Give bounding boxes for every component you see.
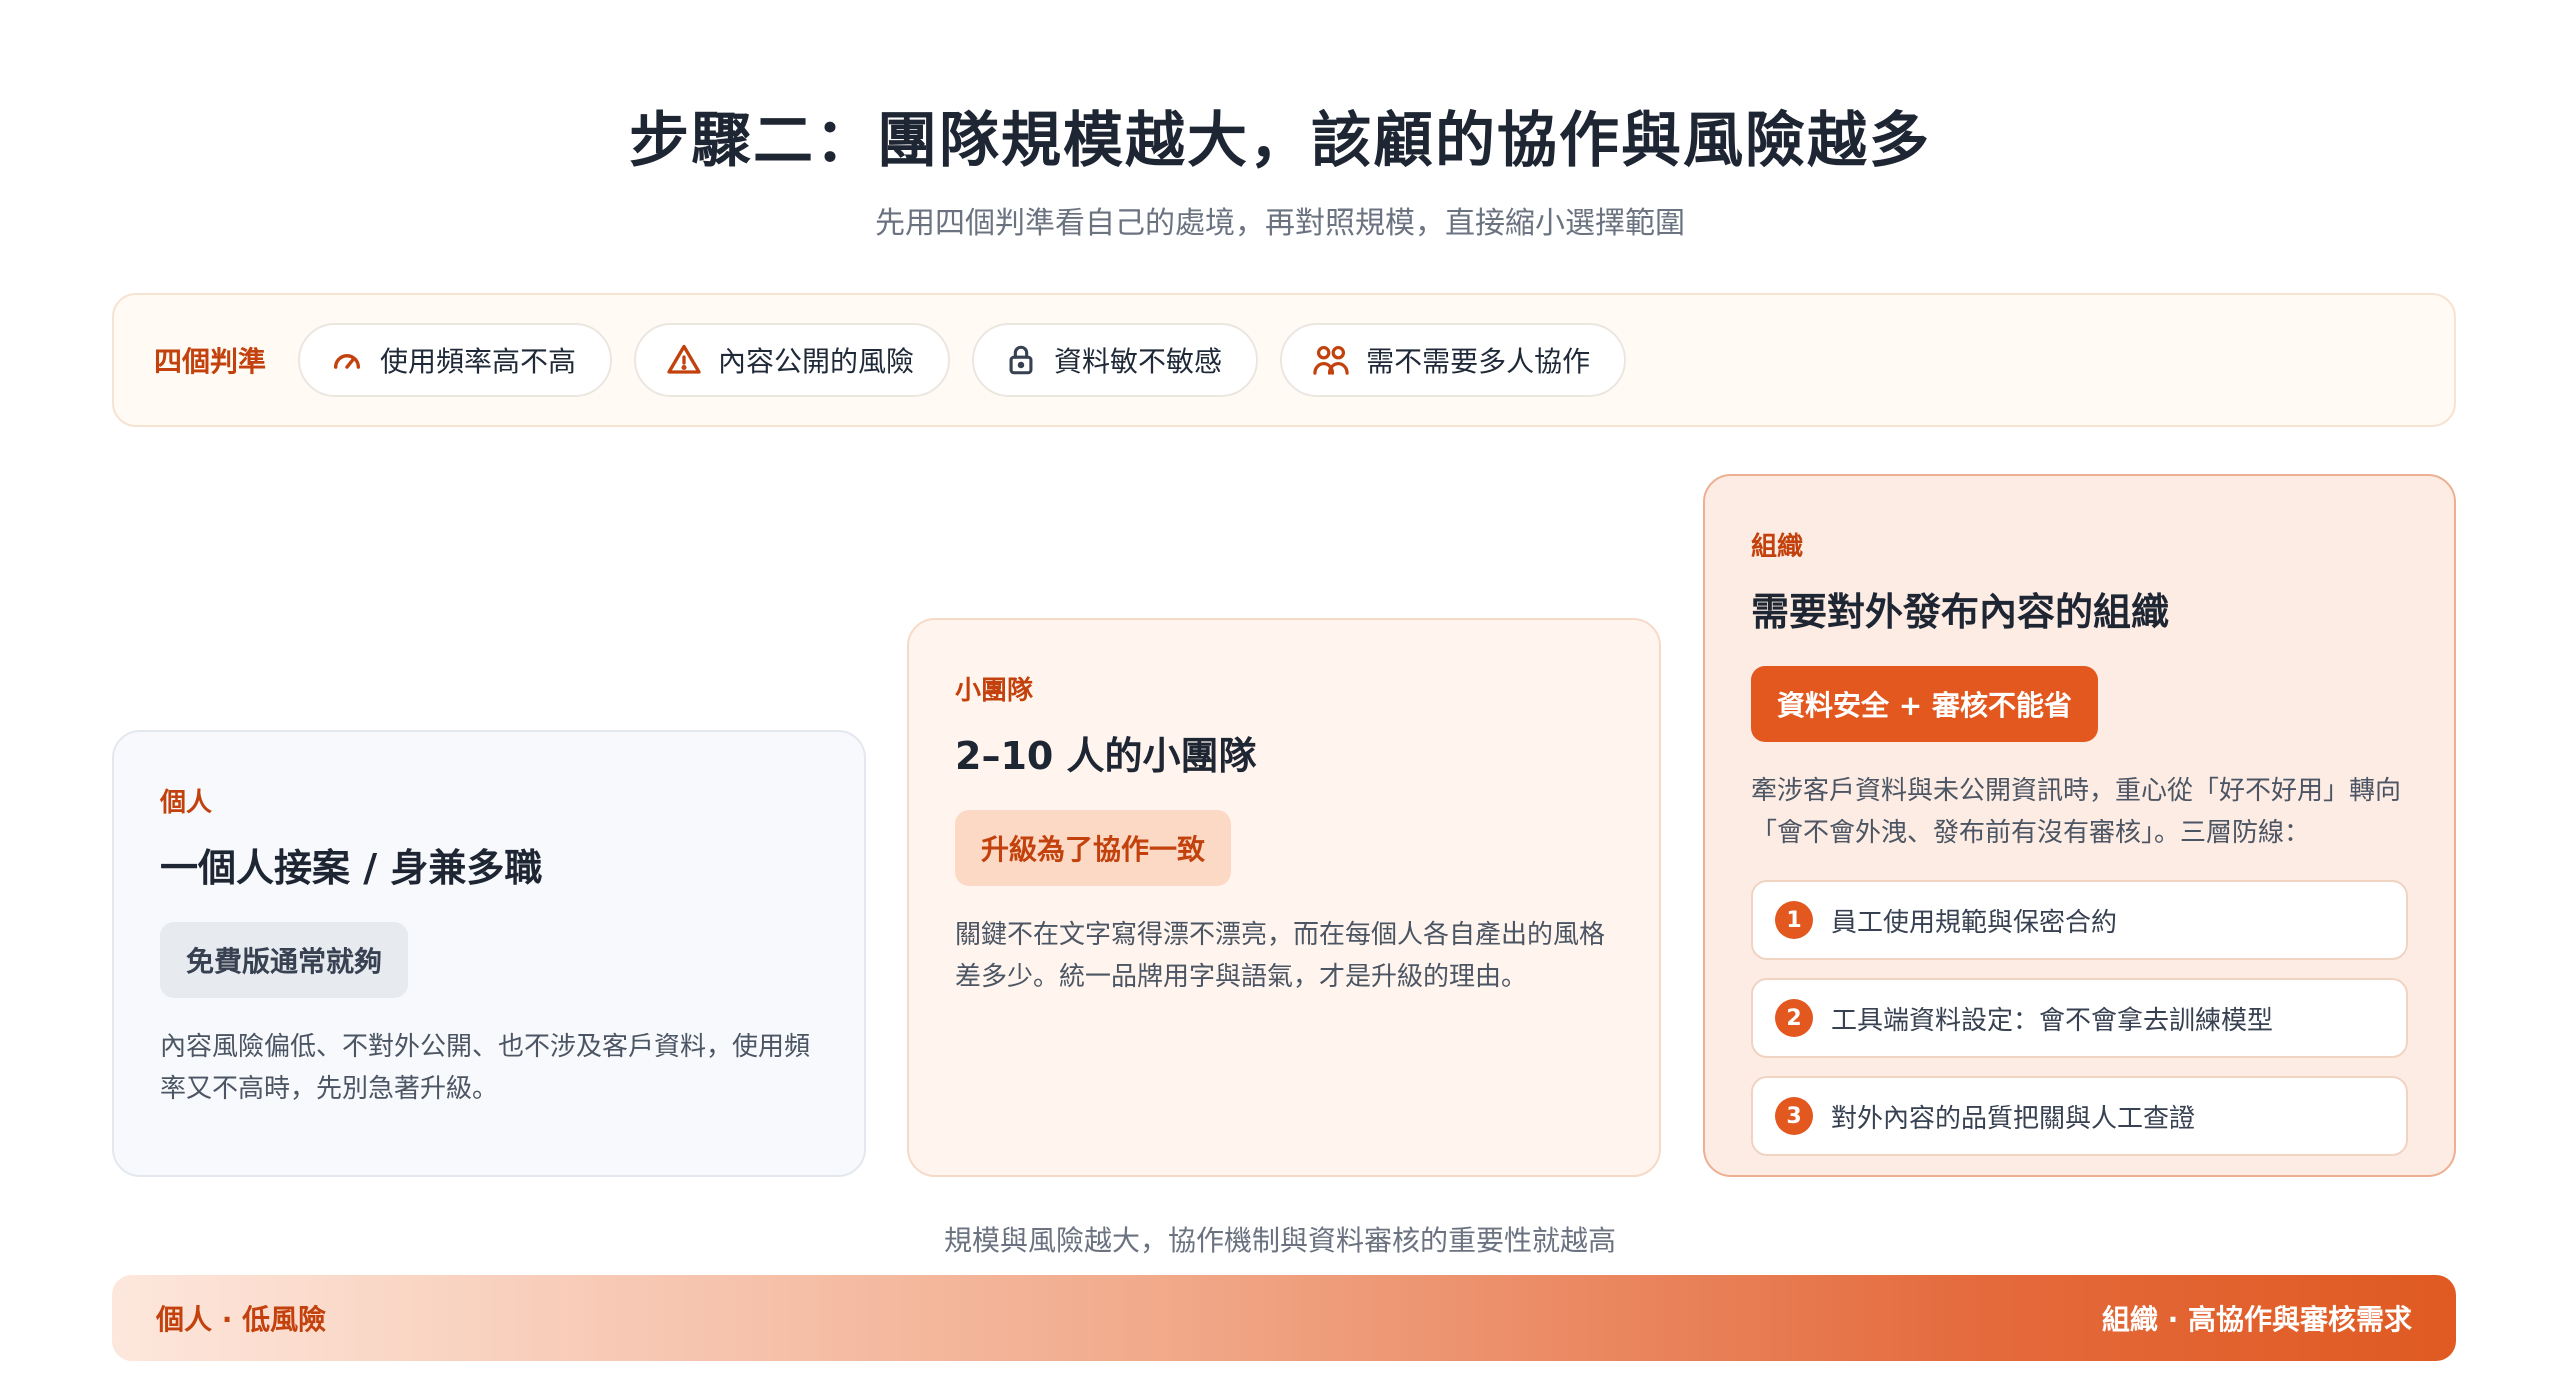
- card-tag: 小團隊: [955, 676, 1034, 706]
- card-description: 關鍵不在文字寫得漂不漂亮，而在每個人各自產出的風格差多少。統一品牌用字與語氣，才…: [955, 920, 1606, 992]
- card-title: 一個人接案 / 身兼多職: [160, 846, 543, 890]
- page-subtitle: 先用四個判準看自己的處境，再對照規模，直接縮小選擇範圍: [875, 206, 1685, 241]
- layer-number: 3: [1775, 1097, 1813, 1135]
- card-description: 牽涉客戶資料與未公開資訊時，重心從「好不好用」轉向「會不會外洩、發布前有沒有審核…: [1751, 776, 2402, 848]
- lock-icon: [1004, 343, 1038, 377]
- card-description: 內容風險偏低、不對外公開、也不涉及客戶資料，使用頻率又不高時，先別急著升級。: [160, 1032, 811, 1104]
- defense-layer: 3 對外內容的品質把關與人工查證: [1751, 1076, 2408, 1156]
- defense-layers: 1 員工使用規範與保密合約 2 工具端資料設定：會不會拿去訓練模型 3 對外內容…: [1751, 880, 2408, 1156]
- card-badge: 升級為了協作一致: [955, 810, 1232, 886]
- layer-label: 員工使用規範與保密合約: [1831, 907, 2118, 938]
- card-badge: 免費版通常就夠: [160, 922, 409, 998]
- criteria-pill-label: 需不需要多人協作: [1366, 345, 1591, 378]
- layer-number: 1: [1775, 901, 1813, 939]
- card-title: 2–10 人的小團隊: [955, 734, 1257, 778]
- page-title: 步驟二：團隊規模越大，該顧的協作與風險越多: [629, 106, 1931, 176]
- warning-icon: [666, 342, 702, 378]
- card-personal: 個人 一個人接案 / 身兼多職 免費版通常就夠 內容風險偏低、不對外公開、也不涉…: [112, 730, 866, 1177]
- card-badge: 資料安全 + 審核不能省: [1751, 666, 2098, 742]
- criteria-pill-risk: 內容公開的風險: [634, 323, 951, 397]
- scale-caption: 規模與風險越大，協作機制與資料審核的重要性就越高: [943, 1224, 1616, 1257]
- defense-layer: 1 員工使用規範與保密合約: [1751, 880, 2408, 960]
- gauge-icon: [330, 343, 364, 377]
- scale-gradient-bar: 個人 · 低風險 組織 · 高協作與審核需求: [112, 1275, 2456, 1361]
- criteria-pill-frequency: 使用頻率高不高: [298, 323, 613, 397]
- criteria-label: 四個判準: [154, 345, 267, 378]
- card-tag: 個人: [160, 788, 213, 818]
- scale-right-label: 組織 · 高協作與審核需求: [2101, 1303, 2412, 1336]
- criteria-pill-label: 資料敏不敏感: [1054, 345, 1223, 378]
- card-team: 小團隊 2–10 人的小團隊 升級為了協作一致 關鍵不在文字寫得漂不漂亮，而在每…: [907, 618, 1661, 1177]
- defense-layer: 2 工具端資料設定：會不會拿去訓練模型: [1751, 978, 2408, 1058]
- users-icon: [1312, 343, 1350, 377]
- criteria-pill-label: 內容公開的風險: [718, 345, 915, 378]
- criteria-panel: 四個判準 使用頻率高不高 內容公開的風險 資料敏不敏感 需不需要多人協作: [112, 293, 2456, 427]
- card-title: 需要對外發布內容的組織: [1751, 590, 2170, 634]
- criteria-pill-collaboration: 需不需要多人協作: [1280, 323, 1627, 397]
- layer-label: 對外內容的品質把關與人工查證: [1831, 1103, 2196, 1134]
- card-organization: 組織 需要對外發布內容的組織 資料安全 + 審核不能省 牽涉客戶資料與未公開資訊…: [1703, 474, 2456, 1177]
- layer-label: 工具端資料設定：會不會拿去訓練模型: [1831, 1005, 2274, 1036]
- card-tag: 組織: [1751, 532, 1804, 562]
- scale-left-label: 個人 · 低風險: [156, 1303, 327, 1336]
- layer-number: 2: [1775, 999, 1813, 1037]
- criteria-pill-label: 使用頻率高不高: [380, 345, 577, 378]
- criteria-pill-sensitivity: 資料敏不敏感: [972, 323, 1259, 397]
